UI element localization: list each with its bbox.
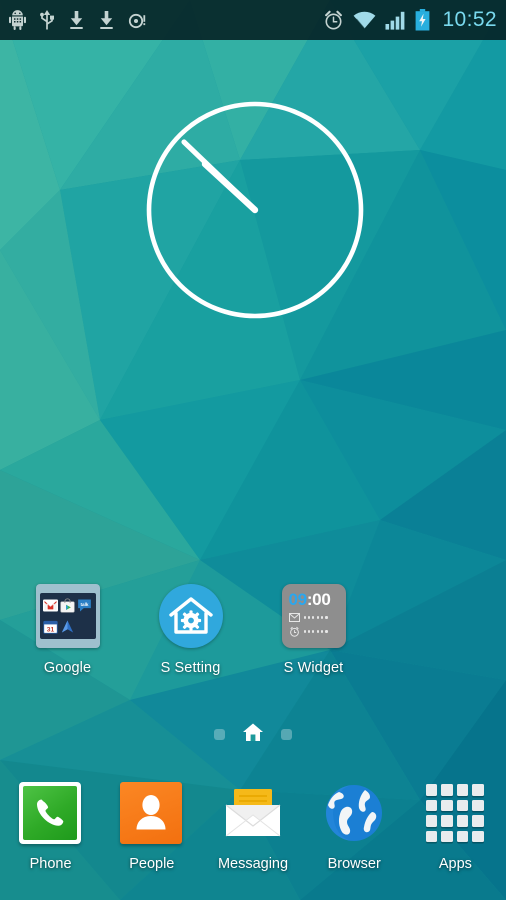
dock-item-label: Phone <box>29 856 72 872</box>
play-store-icon <box>60 598 75 613</box>
analog-clock-widget[interactable] <box>143 98 367 322</box>
dock-item-messaging[interactable]: Messaging <box>202 782 303 900</box>
clock-hour-hand <box>201 160 259 214</box>
alarm-icon <box>289 626 299 637</box>
apps-grid-icon <box>424 782 486 844</box>
s-widget-icon[interactable]: 09:00 <box>281 584 346 648</box>
s-widget-mail-row <box>288 613 340 622</box>
download-icon-2 <box>98 10 115 30</box>
status-bar-left-icons <box>9 9 323 31</box>
people-icon[interactable] <box>120 782 183 845</box>
house-gear-icon <box>168 597 213 634</box>
s-widget-mail-dots <box>303 616 328 619</box>
phone-icon[interactable] <box>19 782 82 845</box>
android-home-screen: 10:52 talk 31 Google S Setting 09:00 S W… <box>0 0 506 900</box>
page-dot-1[interactable] <box>214 729 225 740</box>
status-bar-clock: 10:52 <box>442 8 497 31</box>
s-widget-body: 09:00 <box>281 584 346 648</box>
home-icon-row: talk 31 Google S Setting 09:00 S Widget <box>0 584 506 676</box>
dock-item-apps[interactable]: Apps <box>405 782 506 900</box>
battery-charging-icon <box>415 9 430 31</box>
usb-icon <box>39 9 55 31</box>
folder-shape: talk 31 <box>35 584 100 648</box>
phone-handset-icon <box>37 799 64 826</box>
dock-item-label: Browser <box>327 856 381 872</box>
android-debug-icon <box>9 10 26 30</box>
alarm-clock-icon <box>323 10 344 31</box>
s-setting-circle <box>158 584 223 648</box>
maps-navigation-icon <box>61 620 74 633</box>
google-folder-icon[interactable]: talk 31 <box>35 584 100 648</box>
dock-item-label: Apps <box>438 856 472 872</box>
phone-icon-fill <box>23 786 78 840</box>
s-setting-icon[interactable] <box>158 584 223 648</box>
svg-text:talk: talk <box>81 602 89 607</box>
people-icon-fill <box>120 782 183 844</box>
home-item-s-setting[interactable]: S Setting <box>129 584 252 676</box>
dock-item-label: People <box>129 856 175 872</box>
storage-alert-icon <box>128 11 147 30</box>
messaging-icon[interactable] <box>222 782 285 845</box>
dock-item-browser[interactable]: Browser <box>304 782 405 900</box>
page-dot-3[interactable] <box>281 729 292 740</box>
dock-item-phone[interactable]: Phone <box>0 782 101 900</box>
home-item-label: Google <box>43 660 92 676</box>
phone-icon-frame <box>19 782 82 844</box>
home-item-google-folder[interactable]: talk 31 Google <box>6 584 129 676</box>
s-widget-alarm-dots <box>303 630 328 633</box>
s-widget-time: 09:00 <box>289 591 340 609</box>
download-icon <box>68 10 85 30</box>
s-widget-hours: 09 <box>288 590 308 609</box>
dock-item-label: Messaging <box>217 856 289 872</box>
person-icon <box>136 795 166 830</box>
wifi-icon <box>353 11 376 30</box>
home-item-s-widget[interactable]: 09:00 S Widget <box>252 584 375 676</box>
svg-text:31: 31 <box>46 626 54 633</box>
browser-icon[interactable] <box>323 782 386 845</box>
calendar-icon: 31 <box>42 620 58 634</box>
globe-icon <box>325 785 382 841</box>
dock: Phone People Messaging Browser Apps <box>0 782 506 900</box>
mail-icon <box>288 613 300 622</box>
home-item-label: S Setting <box>160 660 221 676</box>
clock-face <box>146 101 364 319</box>
gmail-icon <box>42 599 58 612</box>
cellular-signal-icon <box>385 11 406 30</box>
envelope-icon <box>225 789 280 837</box>
home-item-label: S Widget <box>283 660 344 676</box>
s-widget-minutes: :00 <box>306 590 331 609</box>
status-bar[interactable]: 10:52 <box>0 0 506 40</box>
s-widget-alarm-row <box>289 626 340 637</box>
dock-item-people[interactable]: People <box>101 782 202 900</box>
page-indicator <box>0 722 506 747</box>
talk-icon: talk <box>78 599 92 612</box>
folder-contents: talk 31 <box>39 593 96 639</box>
status-bar-right-icons: 10:52 <box>323 8 497 32</box>
page-home-icon[interactable] <box>242 722 264 747</box>
apps-icon[interactable] <box>424 782 487 845</box>
